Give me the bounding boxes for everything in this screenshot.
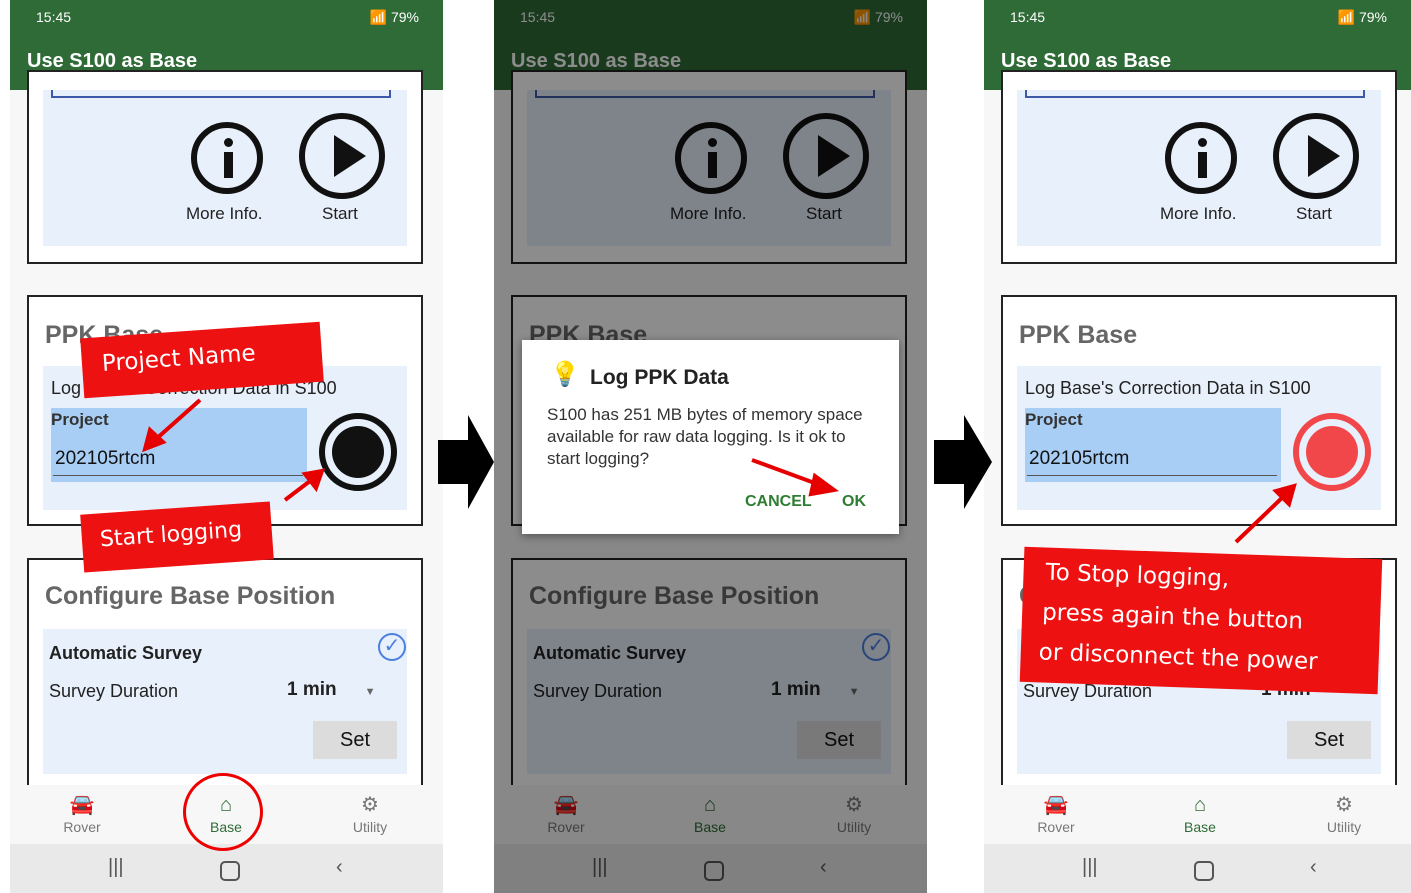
survey-duration-select[interactable]: 1 min ▼ [287,679,376,701]
cancel-button[interactable]: CANCEL [745,493,812,511]
project-input[interactable]: 202105rtcm [1029,448,1129,470]
lightbulb-icon: 💡 [550,361,580,388]
recents-icon[interactable]: ||| [1082,856,1098,879]
project-underline [53,475,303,476]
record-button-active[interactable] [1293,413,1371,491]
battery-indicator: 📶 79% [1337,9,1387,25]
configure-panel: Automatic Survey ✓ Survey Duration 1 min… [43,629,407,774]
configure-base-card: Configure Base Position Automatic Survey… [27,558,423,798]
ppk-base-title: PPK Base [1019,321,1138,349]
record-button[interactable] [319,413,397,491]
phone-screen-2: 15:45 📶 79% Use S100 as Base More Info. … [494,0,927,893]
base-tab-highlight-circle [183,773,263,851]
survey-duration-label: Survey Duration [49,681,179,701]
back-icon[interactable]: ‹ [336,856,343,879]
system-navigation: ||| ‹ [984,844,1411,893]
project-underline [1027,475,1277,476]
system-navigation: ||| ‹ [10,844,443,893]
more-info-label: More Info. [186,204,263,223]
dialog-title: Log PPK Data [590,366,729,389]
record-dot [1306,426,1358,478]
field-underline [51,90,391,98]
start-label: Start [322,204,358,223]
status-time: 15:45 [1010,9,1046,25]
automatic-survey-label: Automatic Survey [49,643,203,663]
checkbox-checked-icon[interactable]: ✓ [378,633,406,661]
battery-indicator: 📶 79% [369,9,419,25]
bottom-navigation: 🚘 Rover ⌂ Base ⚙ Utility [984,785,1411,844]
record-dot [332,426,384,478]
field-underline [1025,90,1365,98]
home-button-icon[interactable] [220,861,240,881]
nav-rover[interactable]: 🚘 Rover [42,785,122,835]
play-icon[interactable] [299,113,385,199]
dialog-message: S100 has 251 MB bytes of memory space av… [547,405,863,468]
home-button-icon[interactable] [1194,861,1214,881]
start-label: Start [1296,204,1332,223]
car-icon: 🚘 [1043,794,1069,816]
home-icon: ⌂ [1193,794,1207,816]
base-control-panel: More Info. Start [43,90,407,246]
recents-icon[interactable]: ||| [108,856,124,879]
step-arrow-1 [438,415,494,509]
phone-screen-1: 15:45 📶 79% Use S100 as Base More Info. … [10,0,443,893]
play-icon[interactable] [1273,113,1359,199]
set-button[interactable]: Set [1287,721,1371,759]
project-field[interactable]: Project 202105rtcm [51,408,307,482]
dropdown-arrow-icon: ▼ [364,686,376,698]
info-icon[interactable] [191,122,263,194]
status-bar: 15:45 📶 79% [984,0,1411,31]
project-label: Project [1025,410,1083,429]
back-icon[interactable]: ‹ [1310,856,1317,879]
more-info-label: More Info. [1160,204,1237,223]
info-icon[interactable] [1165,122,1237,194]
project-input[interactable]: 202105rtcm [55,448,155,470]
ppk-panel: Log Base's Correction Data in S100 Proje… [1017,366,1381,510]
base-control-card: More Info. Start [27,70,423,264]
status-bar: 15:45 📶 79% [10,0,443,31]
stop-logging-callout: To Stop logging, press again the button … [1019,546,1383,695]
car-icon: 🚘 [69,794,95,816]
nav-base[interactable]: ⌂ Base [1160,785,1240,835]
base-control-panel: More Info. Start [1017,90,1381,246]
nav-rover[interactable]: 🚘 Rover [1016,785,1096,835]
base-control-card: More Info. Start [1001,70,1397,264]
set-button[interactable]: Set [313,721,397,759]
nav-utility[interactable]: ⚙ Utility [1304,785,1384,835]
ppk-base-card: PPK Base Log Base's Correction Data in S… [1001,295,1397,526]
configure-title: Configure Base Position [45,582,336,610]
ppk-subtitle: Log Base's Correction Data in S100 [1025,378,1311,398]
gear-icon: ⚙ [1335,794,1353,816]
status-time: 15:45 [36,9,72,25]
project-label: Project [51,410,109,429]
phone-screen-3: 15:45 📶 79% Use S100 as Base More Info. … [984,0,1411,893]
gear-icon: ⚙ [361,794,379,816]
log-ppk-dialog: 💡 Log PPK Data S100 has 251 MB bytes of … [522,340,899,534]
nav-utility[interactable]: ⚙ Utility [330,785,410,835]
ok-button[interactable]: OK [842,493,866,511]
project-field[interactable]: Project 202105rtcm [1025,408,1281,482]
